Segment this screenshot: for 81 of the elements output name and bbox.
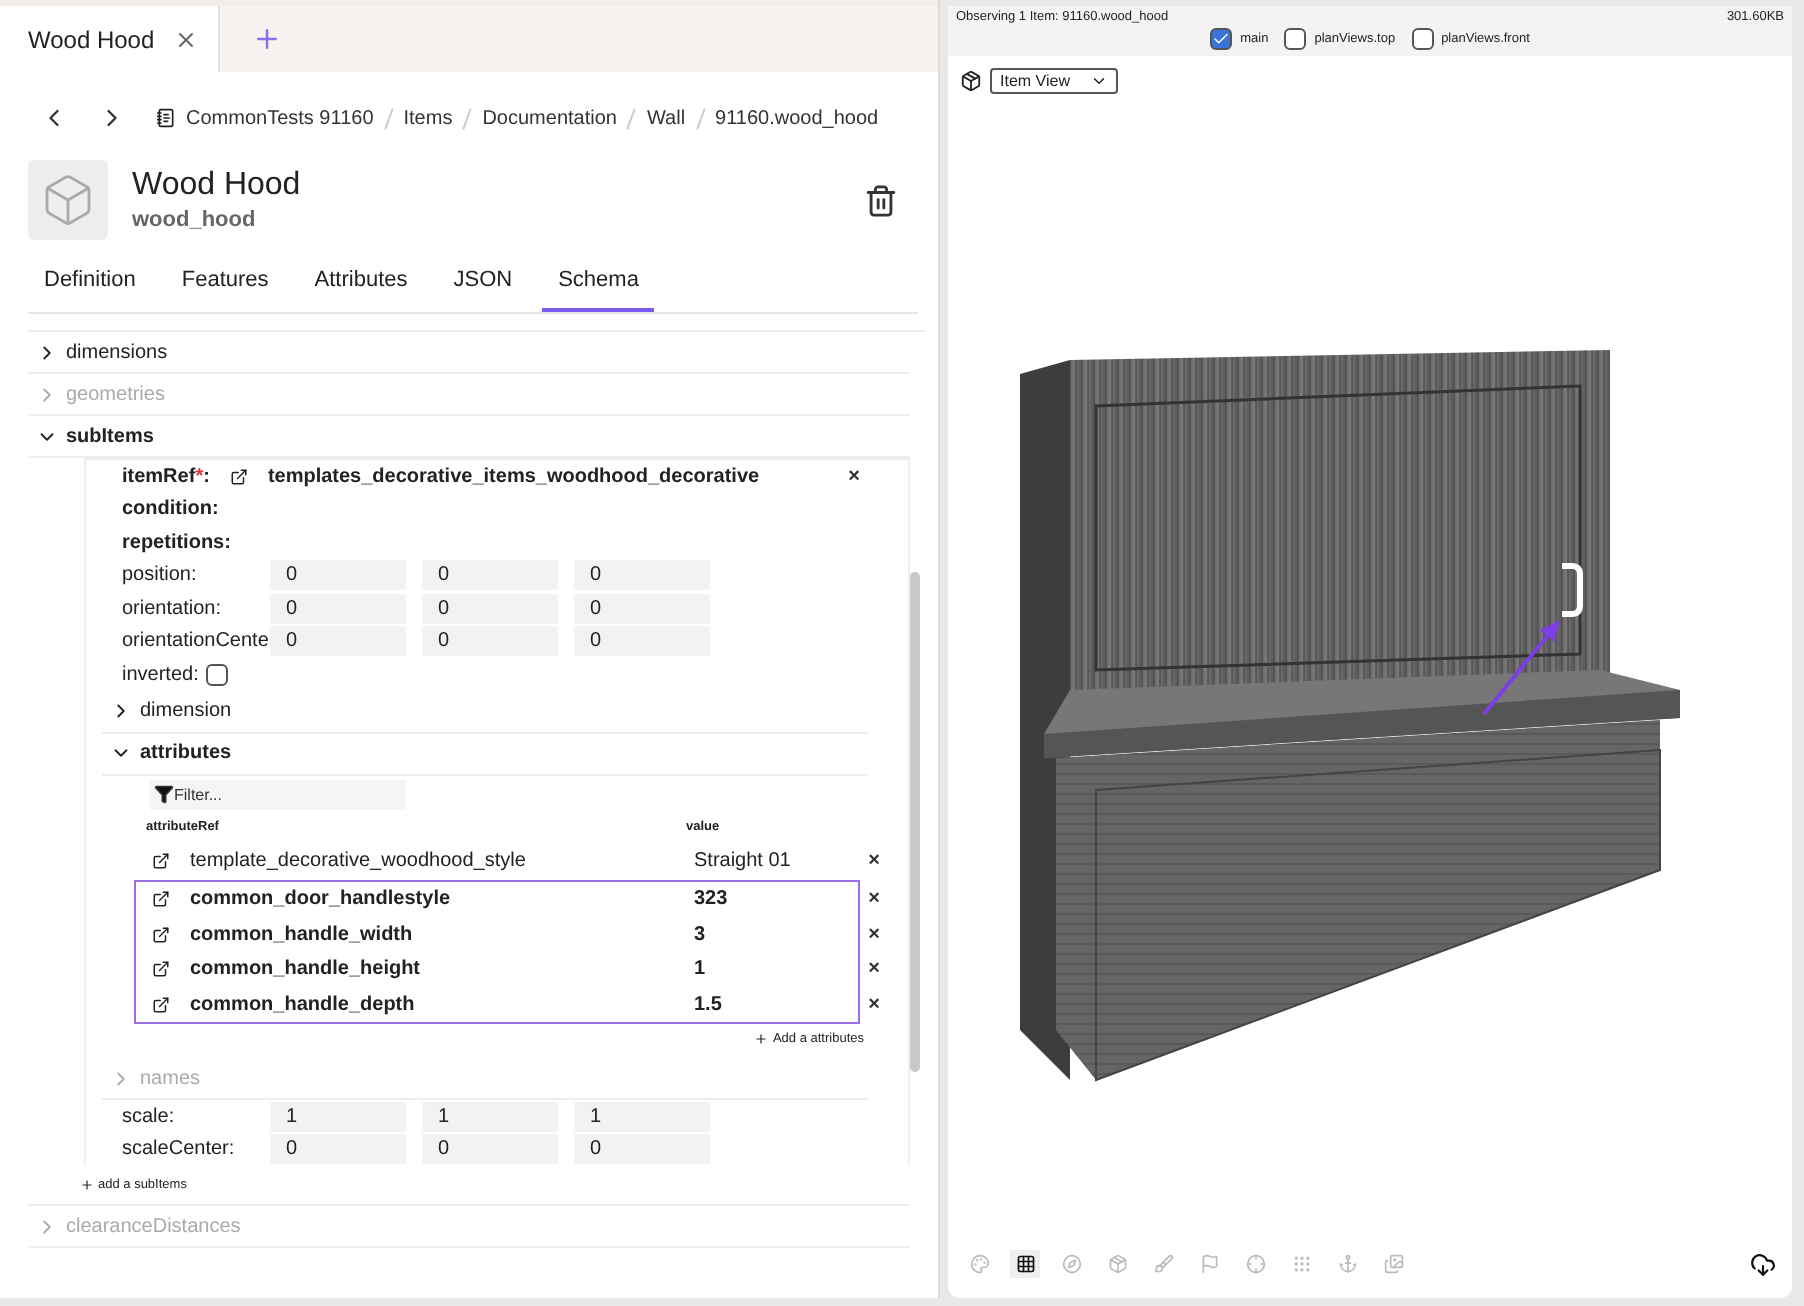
field-label: position: [122, 564, 199, 587]
attribute-name: common_handle_height [190, 958, 423, 981]
field-label: inverted: [122, 663, 199, 686]
number-field[interactable]: 0 [422, 593, 558, 624]
breadcrumb-link[interactable]: Items [403, 107, 453, 129]
section-label[interactable]: dimension [140, 700, 232, 722]
external-link-icon[interactable] [152, 890, 170, 909]
field-label: scale: [122, 1105, 177, 1128]
attribute-name: template_decorative_woodhood_style [190, 849, 528, 872]
item-title: Wood Hood [132, 168, 303, 204]
field-label: condition: [122, 498, 221, 521]
scrollbar-thumb[interactable] [910, 572, 920, 1072]
remove-button[interactable]: × [868, 849, 880, 872]
remove-button[interactable]: × [868, 958, 880, 981]
checkbox[interactable] [1284, 28, 1307, 50]
attribute-value: 323 [694, 888, 730, 911]
checkbox[interactable] [1210, 28, 1233, 50]
number-field[interactable]: 0 [574, 626, 710, 657]
breadcrumb-link[interactable]: Wall [646, 107, 686, 129]
number-field[interactable]: 1 [574, 1101, 710, 1132]
book-icon [156, 108, 176, 128]
number-field[interactable]: 0 [270, 626, 406, 657]
tab[interactable]: Definition [28, 256, 152, 312]
remove-button[interactable]: × [848, 465, 860, 488]
field-label: scaleCenter: [122, 1138, 237, 1161]
filter-field[interactable]: Filter... [150, 779, 406, 809]
checkbox[interactable] [206, 663, 229, 686]
number-field[interactable]: 0 [574, 560, 710, 591]
pointer-arrow [1482, 620, 1560, 716]
cube-icon [960, 70, 982, 92]
attribute-name: common_handle_width [190, 923, 415, 946]
number-field[interactable]: 0 [422, 560, 558, 591]
field-label: repetitions: [122, 531, 233, 554]
cloud-download-icon[interactable] [1750, 1251, 1776, 1277]
filter-icon [154, 784, 174, 804]
external-link-icon[interactable] [152, 960, 170, 979]
field-label: itemRef*: [122, 465, 210, 488]
breadcrumb-link[interactable]: Documentation [482, 107, 617, 129]
attribute-value: Straight 01 [694, 849, 793, 872]
cube-thumbnail [28, 160, 108, 240]
number-field[interactable]: 1 [270, 1101, 406, 1132]
remove-button[interactable]: × [868, 923, 880, 946]
checkbox[interactable] [1411, 28, 1434, 50]
plus-icon [754, 1032, 769, 1046]
number-field[interactable]: 0 [574, 1134, 710, 1165]
external-link-icon[interactable] [152, 851, 170, 870]
field-label: orientation: [122, 597, 223, 620]
section-label[interactable]: attributes [140, 742, 232, 764]
number-field[interactable]: 0 [574, 593, 710, 624]
remove-button[interactable]: × [868, 993, 880, 1016]
number-field[interactable]: 0 [422, 626, 558, 657]
remove-button[interactable]: × [868, 888, 880, 911]
section-label[interactable]: subItems [66, 425, 154, 447]
tab[interactable]: Schema [542, 256, 655, 312]
attribute-value: 1.5 [694, 993, 724, 1016]
view-select[interactable]: Item View [990, 68, 1118, 94]
external-link-icon[interactable] [152, 995, 170, 1014]
external-link-icon[interactable] [229, 467, 248, 486]
tab[interactable]: JSON [437, 256, 529, 312]
attribute-value: 1 [694, 958, 708, 981]
item-id: wood_hood [132, 208, 258, 232]
tab[interactable]: Features [165, 256, 285, 312]
tab[interactable]: Attributes [298, 256, 424, 312]
grid-icon[interactable] [1010, 1250, 1040, 1278]
section-label[interactable]: dimensions [66, 341, 168, 363]
external-link-icon[interactable] [152, 925, 170, 944]
close-icon[interactable] [174, 27, 199, 51]
caret-icon [1089, 72, 1108, 90]
attribute-name: common_handle_depth [190, 993, 417, 1016]
number-field[interactable]: 0 [270, 593, 406, 624]
number-field[interactable]: 1 [422, 1101, 558, 1132]
trash-icon[interactable] [864, 183, 898, 217]
number-field[interactable]: 0 [270, 1134, 406, 1165]
number-field[interactable]: 0 [270, 560, 406, 591]
breadcrumb-link[interactable]: 91160.wood_hood [715, 107, 879, 129]
attribute-value: 3 [694, 923, 708, 946]
number-field[interactable]: 0 [422, 1134, 558, 1165]
attribute-name: common_door_handlestyle [190, 888, 453, 911]
item-ref-value: templates_decorative_items_woodhood_decorative [267, 465, 762, 488]
plus-icon [80, 1178, 94, 1192]
breadcrumb-link[interactable]: CommonTests 91160 [186, 107, 374, 129]
